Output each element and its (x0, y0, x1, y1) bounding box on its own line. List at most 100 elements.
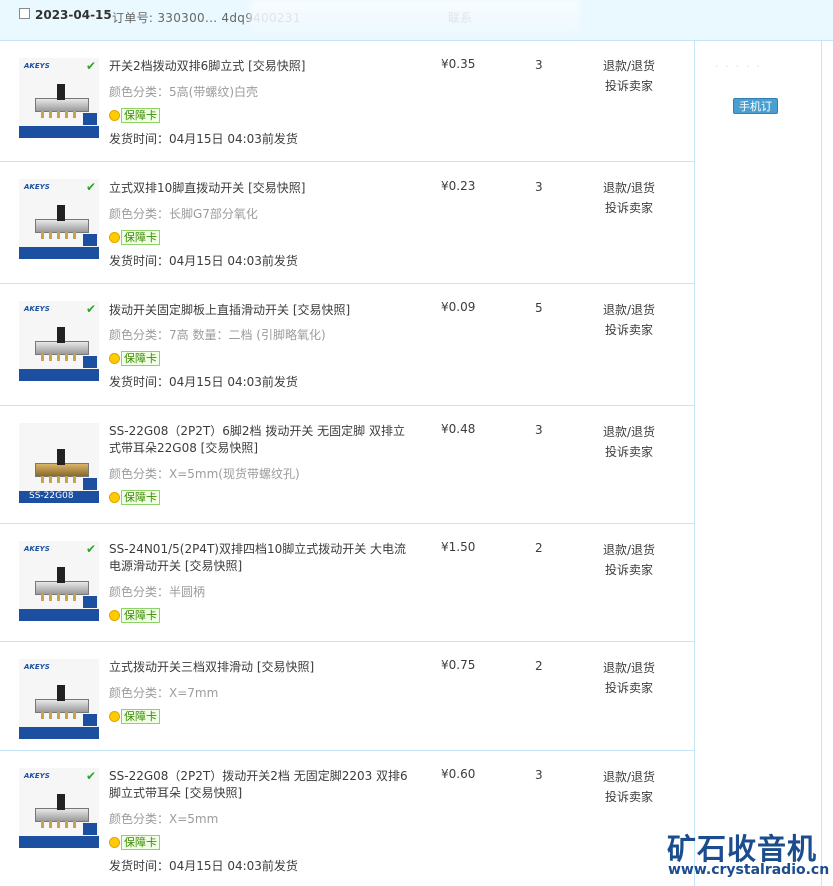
product-thumbnail[interactable]: AKEYS ✔ (19, 179, 99, 259)
guarantee-badge[interactable]: 保障卡 (109, 607, 160, 623)
guarantee-badge[interactable]: 保障卡 (109, 107, 160, 123)
guarantee-icon (109, 231, 120, 243)
item-qty: 3 (535, 58, 543, 72)
cert-icon (83, 478, 97, 490)
refund-link[interactable]: 退款/退货 (603, 179, 655, 196)
item-row: AKEYS ✔ 拨动开关固定脚板上直插滑动开关 [交易快照] 颜色分类：7高 数… (0, 284, 694, 406)
brand-bar (19, 126, 99, 138)
complain-link[interactable]: 投诉卖家 (605, 199, 653, 216)
refund-link[interactable]: 退款/退货 (603, 659, 655, 676)
item-price: ¥0.60 (441, 767, 476, 781)
item-price: ¥0.48 (441, 422, 476, 436)
item-title-link[interactable]: 立式拨动开关三档双排滑动 [交易快照] (109, 659, 419, 676)
ship-time: 发货时间：04月15日 04:03前发货 (109, 859, 298, 873)
guarantee-badge[interactable]: 保障卡 (109, 834, 160, 850)
check-icon: ✔ (85, 180, 96, 194)
item-row: AKEYS ✔ 立式双排10脚直拨动开关 [交易快照] 颜色分类：长脚G7部分氧… (0, 162, 694, 284)
guarantee-label: 保障卡 (121, 834, 160, 850)
refund-link[interactable]: 退款/退货 (603, 768, 655, 785)
refund-link[interactable]: 退款/退货 (603, 57, 655, 74)
item-row: AKEYS ✔ 开关2档拨动双排6脚立式 [交易快照] 颜色分类：5高(带螺纹)… (0, 41, 694, 162)
model-label: SS-22G08 (29, 491, 74, 501)
complain-link[interactable]: 投诉卖家 (605, 443, 653, 460)
site-watermark-url: www.crystalradio.cn (668, 862, 830, 878)
guarantee-badge[interactable]: 保障卡 (109, 229, 160, 245)
guarantee-label: 保障卡 (121, 607, 160, 623)
guarantee-icon (109, 609, 120, 621)
mobile-order-button[interactable]: 手机订单 (733, 98, 778, 129)
guarantee-icon (109, 352, 120, 364)
ship-time: 发货时间：04月15日 04:03前发货 (109, 254, 298, 268)
switch-image (35, 341, 89, 355)
ship-time: 发货时间：04月15日 04:03前发货 (109, 132, 298, 146)
switch-pins (41, 232, 81, 239)
switch-knob (57, 205, 65, 221)
refund-link[interactable]: 退款/退货 (603, 541, 655, 558)
switch-pins (41, 354, 81, 361)
product-thumbnail[interactable]: AKEYS ✔ (19, 58, 99, 138)
check-icon: ✔ (85, 769, 96, 783)
order-items: AKEYS ✔ 开关2档拨动双排6脚立式 [交易快照] 颜色分类：5高(带螺纹)… (0, 41, 695, 886)
item-price: ¥1.50 (441, 540, 476, 554)
column-divider (821, 41, 822, 886)
complain-link[interactable]: 投诉卖家 (605, 321, 653, 338)
brand-logo: AKEYS (24, 545, 50, 553)
switch-image (35, 699, 89, 713)
brand-logo: AKEYS (24, 62, 50, 70)
product-thumbnail[interactable]: AKEYS ✔ (19, 301, 99, 381)
item-sku: 颜色分类：半圆柄 (109, 585, 206, 599)
switch-knob (57, 567, 65, 583)
item-row: AKEYS ✔ SS-24N01/5(2P4T)双排四档10脚立式拨动开关 大电… (0, 524, 694, 642)
guarantee-label: 保障卡 (121, 107, 160, 123)
item-qty: 2 (535, 541, 543, 555)
guarantee-badge[interactable]: 保障卡 (109, 489, 160, 505)
switch-knob (57, 794, 65, 810)
cert-icon (83, 113, 97, 125)
item-sku: 颜色分类：7高 数量：二档 (引脚略氧化) (109, 328, 326, 342)
item-sku: 颜色分类：X=7mm (109, 686, 219, 700)
item-price: ¥0.23 (441, 179, 476, 193)
refund-link[interactable]: 退款/退货 (603, 301, 655, 318)
select-order-checkbox[interactable] (19, 8, 30, 19)
switch-knob (57, 327, 65, 343)
switch-image (35, 463, 89, 477)
redacted-status: · · · · · (715, 62, 762, 73)
complain-link[interactable]: 投诉卖家 (605, 679, 653, 696)
item-title-link[interactable]: SS-22G08（2P2T）拨动开关2档 无固定脚2203 双排6脚立式带耳朵 … (109, 768, 409, 802)
ship-time: 发货时间：04月15日 04:03前发货 (109, 375, 298, 389)
item-title-link[interactable]: 开关2档拨动双排6脚立式 [交易快照] (109, 58, 419, 75)
complain-link[interactable]: 投诉卖家 (605, 561, 653, 578)
cert-icon (83, 356, 97, 368)
item-title-link[interactable]: 立式双排10脚直拨动开关 [交易快照] (109, 180, 419, 197)
guarantee-icon (109, 710, 120, 722)
switch-image (35, 808, 89, 822)
guarantee-badge[interactable]: 保障卡 (109, 708, 160, 724)
check-icon: ✔ (85, 302, 96, 316)
guarantee-label: 保障卡 (121, 708, 160, 724)
item-qty: 5 (535, 301, 543, 315)
guarantee-badge[interactable]: 保障卡 (109, 350, 160, 366)
complain-link[interactable]: 投诉卖家 (605, 77, 653, 94)
product-thumbnail[interactable]: AKEYS ✔ (19, 541, 99, 621)
item-price: ¥0.75 (441, 658, 476, 672)
brand-bar (19, 727, 99, 739)
redacted-overlay (250, 0, 580, 34)
switch-knob (57, 84, 65, 100)
complain-link[interactable]: 投诉卖家 (605, 788, 653, 805)
item-title-link[interactable]: SS-24N01/5(2P4T)双排四档10脚立式拨动开关 大电流电源滑动开关 … (109, 541, 409, 575)
item-sku: 颜色分类：长脚G7部分氧化 (109, 207, 258, 221)
refund-link[interactable]: 退款/退货 (603, 423, 655, 440)
switch-knob (57, 685, 65, 701)
item-qty: 3 (535, 423, 543, 437)
product-thumbnail[interactable]: AKEYS (19, 659, 99, 739)
brand-bar (19, 836, 99, 848)
item-sku: 颜色分类：X=5mm (109, 812, 219, 826)
guarantee-icon (109, 836, 120, 848)
product-thumbnail[interactable]: SS-22G08 (19, 423, 99, 503)
item-row: AKEYS ✔ SS-22G08（2P2T）拨动开关2档 无固定脚2203 双排… (0, 751, 694, 886)
switch-knob (57, 449, 65, 465)
item-title-link[interactable]: 拨动开关固定脚板上直插滑动开关 [交易快照] (109, 302, 419, 319)
switch-pins (41, 476, 81, 483)
item-title-link[interactable]: SS-22G08（2P2T）6脚2档 拨动开关 无固定脚 双排立式带耳朵22G0… (109, 423, 409, 457)
product-thumbnail[interactable]: AKEYS ✔ (19, 768, 99, 848)
